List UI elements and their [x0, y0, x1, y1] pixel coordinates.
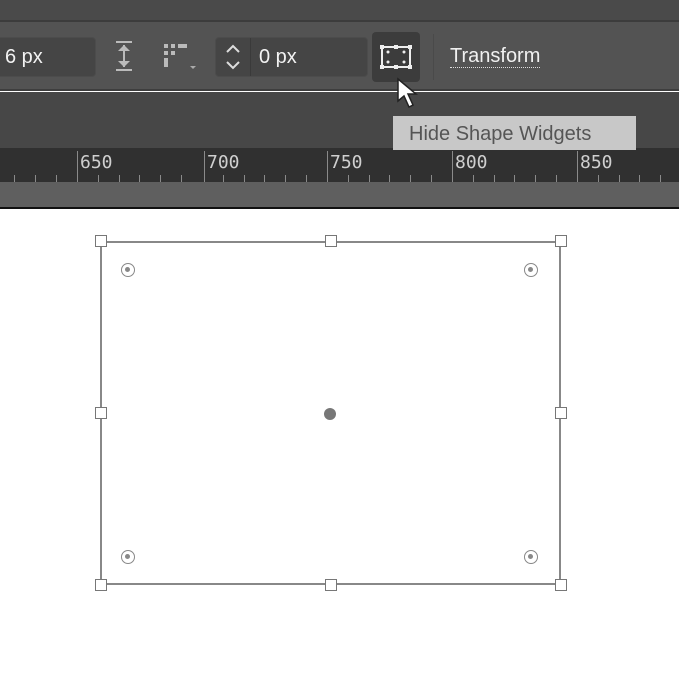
corner-radius-input[interactable]: 0 px — [215, 37, 368, 77]
divider — [433, 34, 434, 80]
resize-handle-top[interactable] — [325, 235, 337, 247]
ruler-minor-tick — [410, 175, 411, 182]
resize-handle-top-right[interactable] — [555, 235, 567, 247]
ruler-major-tick — [204, 151, 205, 182]
ruler-label: 650 — [80, 152, 113, 173]
resize-handle-left[interactable] — [95, 407, 107, 419]
ruler-minor-tick — [556, 175, 557, 182]
ruler-major-tick — [452, 151, 453, 182]
ruler-major-tick — [77, 151, 78, 182]
ruler-minor-tick — [35, 175, 36, 182]
ruler-minor-tick — [160, 175, 161, 182]
canvas-gutter — [0, 182, 679, 209]
shape-widgets-icon — [380, 45, 412, 69]
ruler-label: 750 — [330, 152, 363, 173]
align-vertical-icon[interactable] — [114, 40, 134, 72]
ruler-minor-tick — [431, 175, 432, 182]
ruler-minor-tick — [514, 175, 515, 182]
corner-radius-widget[interactable] — [121, 263, 135, 277]
ruler-minor-tick — [264, 175, 265, 182]
ruler-minor-tick — [598, 175, 599, 182]
resize-handle-bottom-right[interactable] — [555, 579, 567, 591]
ruler-minor-tick — [639, 175, 640, 182]
resize-handle-bottom[interactable] — [325, 579, 337, 591]
ruler-minor-tick — [348, 175, 349, 182]
radius-stepper[interactable] — [216, 38, 251, 76]
ruler-minor-tick — [660, 175, 661, 182]
ruler-minor-tick — [473, 175, 474, 182]
ruler-minor-tick — [14, 175, 15, 182]
top-strip — [0, 0, 679, 22]
ruler-label: 850 — [580, 152, 613, 173]
center-point[interactable] — [324, 408, 336, 420]
ruler-minor-tick — [244, 175, 245, 182]
ruler-minor-tick — [285, 175, 286, 182]
ruler-minor-tick — [389, 175, 390, 182]
width-input[interactable]: 6 px — [0, 37, 96, 77]
ruler-major-tick — [327, 151, 328, 182]
corner-radius-widget[interactable] — [524, 263, 538, 277]
resize-handle-bottom-left[interactable] — [95, 579, 107, 591]
ruler-minor-tick — [306, 175, 307, 182]
resize-handle-top-left[interactable] — [95, 235, 107, 247]
ruler-minor-tick — [223, 175, 224, 182]
mouse-cursor-icon — [397, 77, 418, 109]
ruler-minor-tick — [494, 175, 495, 182]
chevron-up-down-icon — [226, 44, 240, 70]
tooltip: Hide Shape Widgets — [393, 116, 636, 150]
corner-radius-widget[interactable] — [121, 550, 135, 564]
ruler-minor-tick — [119, 175, 120, 182]
ruler-minor-tick — [56, 175, 57, 182]
options-toolbar: 6 px 0 px Transform — [0, 22, 679, 91]
ruler-major-tick — [577, 151, 578, 182]
ruler-label: 700 — [207, 152, 240, 173]
resize-handle-right[interactable] — [555, 407, 567, 419]
ruler-minor-tick — [139, 175, 140, 182]
path-alignment-dropdown-icon[interactable] — [162, 42, 198, 74]
transform-button[interactable]: Transform — [450, 45, 541, 68]
horizontal-ruler[interactable]: 650 700 750 800 850 — [0, 148, 679, 182]
ruler-label: 800 — [455, 152, 488, 173]
ruler-minor-tick — [98, 175, 99, 182]
ruler-minor-tick — [535, 175, 536, 182]
ruler-minor-tick — [181, 175, 182, 182]
ruler-minor-tick — [619, 175, 620, 182]
corner-radius-widget[interactable] — [524, 550, 538, 564]
ruler-minor-tick — [369, 175, 370, 182]
hide-shape-widgets-button[interactable] — [372, 32, 420, 82]
